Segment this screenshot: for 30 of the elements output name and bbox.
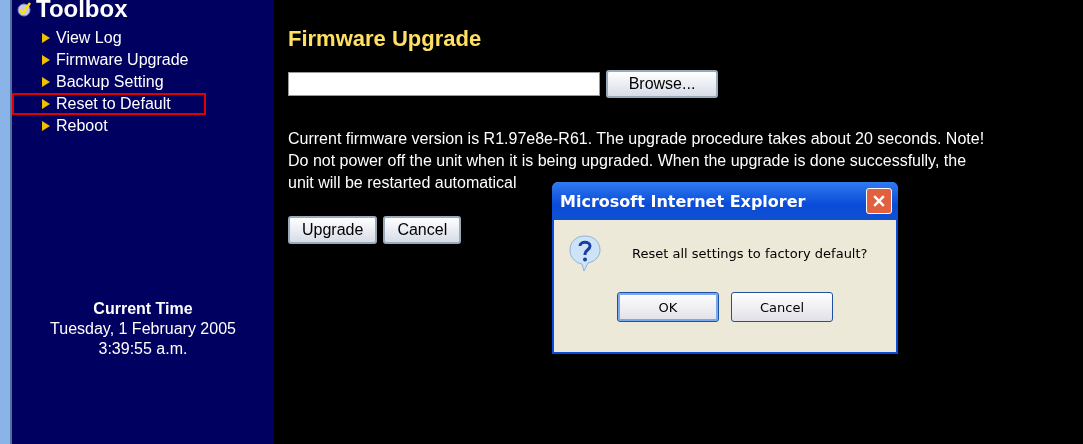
notice-text-line: unit will be restarted automatical <box>288 173 518 193</box>
clock-date: Tuesday, 1 February 2005 <box>50 319 236 339</box>
upgrade-button[interactable]: Upgrade <box>288 216 378 244</box>
menu-item[interactable]: Reboot <box>12 115 192 137</box>
checkmark-icon <box>16 1 32 17</box>
close-icon <box>873 195 885 207</box>
close-button[interactable] <box>866 188 892 214</box>
browse-button[interactable]: Browse... <box>606 70 718 98</box>
menu-item[interactable]: Firmware Upgrade <box>12 49 192 71</box>
menu-item[interactable]: Backup Setting <box>12 71 192 93</box>
arrow-bullet-icon <box>42 33 50 43</box>
arrow-bullet-icon <box>42 99 50 109</box>
notice-text-line: Do not power off the unit when it is being upgraded. When the upgrade is done successfully, the <box>288 151 968 171</box>
dialog-message: Reset all settings to factory default? <box>632 245 868 261</box>
question-bubble-icon <box>568 234 602 272</box>
dialog-title: Microsoft Internet Explorer <box>560 191 806 211</box>
arrow-bullet-icon <box>42 55 50 65</box>
page-title: Firmware Upgrade <box>288 26 482 52</box>
ok-button[interactable]: OK <box>617 292 719 322</box>
clock-heading: Current Time <box>93 299 193 319</box>
menu-item[interactable]: Reset to Default <box>12 93 206 115</box>
menu-item[interactable]: View Log <box>12 27 192 49</box>
arrow-bullet-icon <box>42 77 50 87</box>
file-path-field[interactable] <box>288 72 600 96</box>
clock-time: 3:39:55 a.m. <box>98 339 188 359</box>
sidebar-title: Toolbox <box>36 0 128 23</box>
cancel-button[interactable]: Cancel <box>731 292 833 322</box>
arrow-bullet-icon <box>42 121 50 131</box>
notice-text-line: Current firmware version is R1.97e8e-R61. The upgrade procedure takes about 20 seconds. Note! <box>288 129 985 149</box>
cancel-button[interactable]: Cancel <box>383 216 462 244</box>
